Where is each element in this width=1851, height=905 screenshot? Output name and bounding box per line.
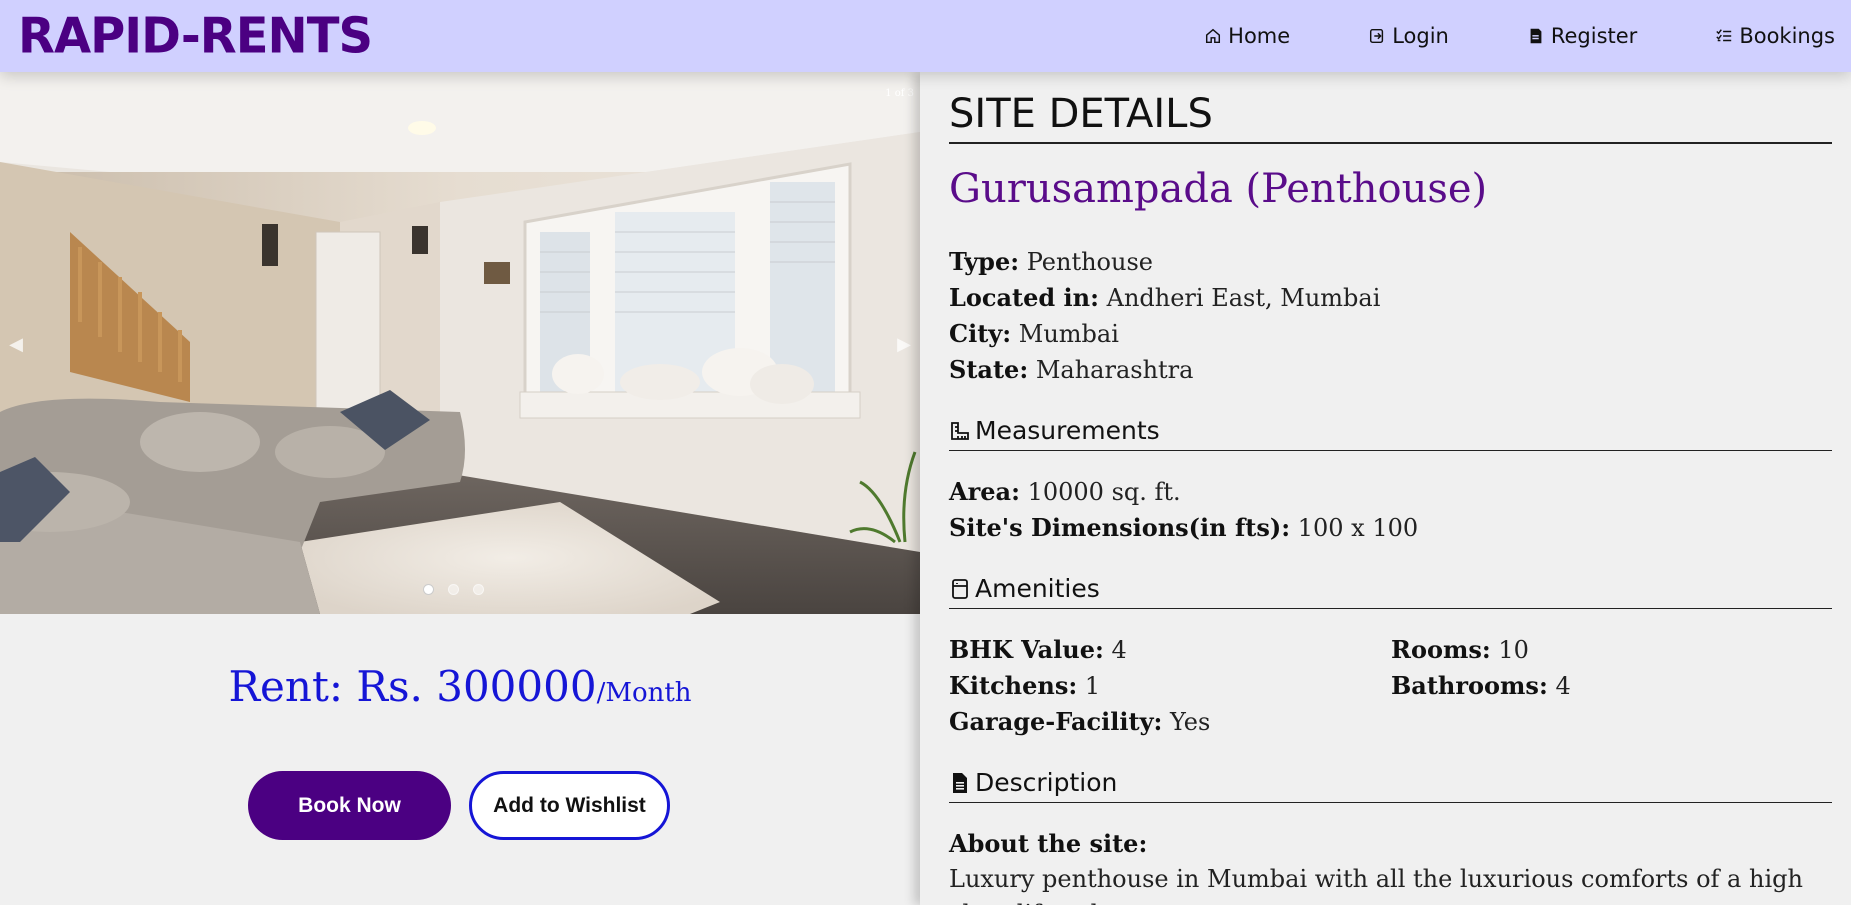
- area-label: Area:: [949, 477, 1020, 506]
- nav-login-label: Login: [1392, 24, 1449, 48]
- bhk-row: BHK Value: 4: [949, 632, 1391, 668]
- amenities-heading-label: Amenities: [975, 574, 1100, 603]
- nav-register[interactable]: Register: [1527, 24, 1637, 48]
- about-label-row: About the site:: [949, 826, 1851, 862]
- bathrooms-row: Bathrooms: 4: [1391, 668, 1832, 704]
- book-now-button[interactable]: Book Now: [248, 771, 451, 840]
- state-row: State: Maharashtra: [949, 352, 1851, 388]
- nav-bookings-label: Bookings: [1739, 24, 1835, 48]
- nav-bookings[interactable]: Bookings: [1715, 24, 1835, 48]
- carousel-dot-2[interactable]: [448, 584, 459, 595]
- left-panel: 1 of 3 ◀ ▶ Rent: Rs. 300000/Month Book N…: [0, 72, 920, 905]
- nav-login[interactable]: Login: [1368, 24, 1449, 48]
- description-text: Luxury penthouse in Mumbai with all the …: [949, 865, 1803, 905]
- dimensions-row: Site's Dimensions(in fts): 100 x 100: [949, 510, 1851, 546]
- city-label: City:: [949, 319, 1012, 348]
- bhk-value: 4: [1111, 636, 1127, 664]
- description-heading: Description: [949, 763, 1832, 803]
- dimensions-label: Site's Dimensions(in fts):: [949, 513, 1291, 542]
- garage-row: Garage-Facility: Yes: [949, 704, 1391, 740]
- description-info: About the site: Luxury penthouse in Mumb…: [949, 826, 1851, 905]
- rooms-value: 10: [1498, 636, 1529, 664]
- city-value: Mumbai: [1018, 320, 1119, 348]
- carousel-dot-1[interactable]: [423, 584, 434, 595]
- state-value: Maharashtra: [1035, 356, 1194, 384]
- register-icon: [1530, 28, 1542, 44]
- rent-period: /Month: [596, 678, 692, 708]
- rent-price: Rent: Rs. 300000/Month: [0, 662, 920, 711]
- rooms-row: Rooms: 10: [1391, 632, 1832, 668]
- bathrooms-value: 4: [1555, 672, 1571, 700]
- measurements-info: Area: 10000 sq. ft. Site's Dimensions(in…: [949, 474, 1851, 546]
- garage-label: Garage-Facility:: [949, 707, 1163, 736]
- carousel-dot-3[interactable]: [473, 584, 484, 595]
- add-to-wishlist-button[interactable]: Add to Wishlist: [469, 771, 670, 840]
- amenities-heading: Amenities: [949, 569, 1832, 609]
- garage-value: Yes: [1170, 708, 1211, 736]
- measurements-heading: Measurements: [949, 411, 1832, 451]
- brand-logo[interactable]: Rapid-Rents: [18, 12, 373, 61]
- kitchens-value: 1: [1084, 672, 1101, 700]
- dimensions-value: 100 x 100: [1297, 514, 1419, 542]
- ruler-icon: [951, 421, 969, 440]
- site-name: Gurusampada (Penthouse): [949, 166, 1488, 212]
- amenities-info: BHK Value: 4 Rooms: 10 Kitchens: 1 Bathr…: [949, 632, 1851, 740]
- action-buttons: Book Now Add to Wishlist: [248, 771, 670, 840]
- list-icon: [1716, 29, 1732, 42]
- area-row: Area: 10000 sq. ft.: [949, 474, 1851, 510]
- kitchens-label: Kitchens:: [949, 671, 1078, 700]
- details-panel: SITE DETAILS Gurusampada (Penthouse) Typ…: [920, 72, 1851, 905]
- type-value: Penthouse: [1026, 248, 1153, 276]
- carousel-next-arrow[interactable]: ▶: [894, 332, 914, 356]
- type-row: Type: Penthouse: [949, 244, 1851, 280]
- location-value: Andheri East, Mumbai: [1106, 284, 1381, 312]
- rooms-label: Rooms:: [1391, 635, 1491, 664]
- nav-home[interactable]: Home: [1204, 24, 1290, 48]
- nav-links: Home Login Register Bookings: [1204, 24, 1835, 48]
- measurements-heading-label: Measurements: [975, 416, 1160, 445]
- location-label: Located in:: [949, 283, 1099, 312]
- navbar: Rapid-Rents Home Login Register: [0, 0, 1851, 72]
- area-value: 10000 sq. ft.: [1027, 478, 1181, 506]
- carousel-dots: [423, 584, 484, 595]
- login-icon: [1370, 28, 1384, 44]
- image-carousel[interactable]: 1 of 3 ◀ ▶: [0, 72, 920, 614]
- bathrooms-label: Bathrooms:: [1391, 671, 1548, 700]
- section-title: SITE DETAILS: [949, 72, 1832, 144]
- property-photo: [0, 72, 920, 614]
- location-row: Located in: Andheri East, Mumbai: [949, 280, 1851, 316]
- carousel-prev-arrow[interactable]: ◀: [6, 332, 26, 356]
- document-icon: [953, 772, 967, 793]
- description-heading-label: Description: [975, 768, 1118, 797]
- rent-amount: Rent: Rs. 300000: [228, 662, 597, 711]
- type-label: Type:: [949, 247, 1020, 276]
- nav-register-label: Register: [1550, 24, 1638, 48]
- city-row: City: Mumbai: [949, 316, 1851, 352]
- home-icon: [1206, 28, 1221, 44]
- state-label: State:: [949, 355, 1029, 384]
- bhk-label: BHK Value:: [949, 635, 1104, 664]
- kitchens-row: Kitchens: 1: [949, 668, 1391, 704]
- about-label: About the site:: [949, 829, 1148, 858]
- nav-home-label: Home: [1228, 24, 1291, 48]
- slide-counter: 1 of 3: [885, 88, 914, 99]
- site-info: Type: Penthouse Located in: Andheri East…: [949, 244, 1851, 388]
- appliance-icon: [952, 578, 968, 599]
